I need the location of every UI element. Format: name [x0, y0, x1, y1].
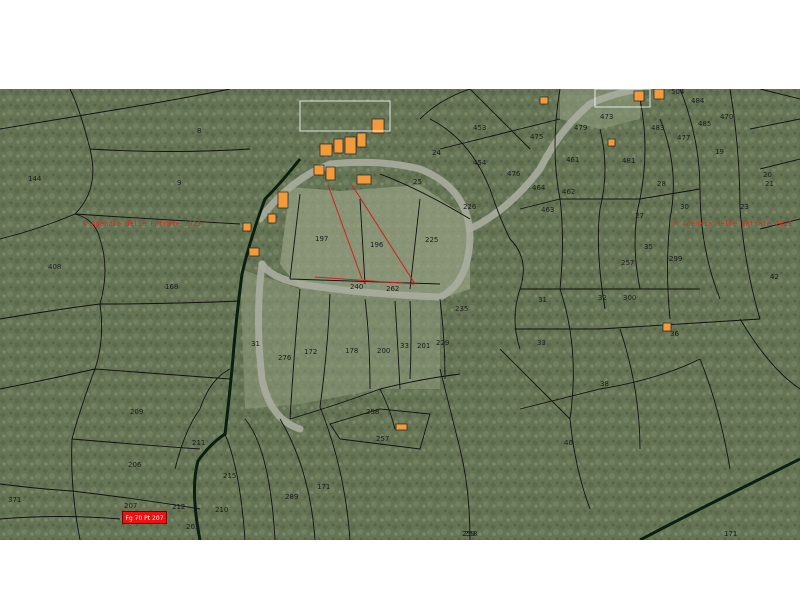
parcel-label-p262[interactable]: 262 — [386, 285, 399, 293]
parcel-label-p8[interactable]: 8 — [197, 127, 201, 135]
parcel-label-p197[interactable]: 197 — [315, 235, 328, 243]
parcel-label-p276[interactable]: 276 — [278, 354, 292, 362]
parcel-label-p172[interactable]: 172 — [304, 348, 317, 356]
parcel-label-p300[interactable]: 300 — [623, 294, 636, 302]
parcel-label-p144[interactable]: 144 — [28, 175, 42, 183]
parcel-label-p31[interactable]: 31 — [251, 340, 260, 348]
parcel-label-p464[interactable]: 464 — [532, 184, 546, 192]
parcel-label-p168[interactable]: 168 — [165, 283, 178, 291]
parcel-label-p476[interactable]: 476 — [507, 170, 521, 178]
watermark-right: © Agenzia delle Entrate 2023 — [674, 220, 792, 228]
parcel-label-p31b[interactable]: 31 — [538, 296, 547, 304]
parcel-label-p235[interactable]: 235 — [455, 305, 468, 313]
parcel-label-p23[interactable]: 23 — [740, 203, 749, 211]
parcel-label-p258b[interactable]: 258 — [464, 530, 477, 538]
parcel-label-p171b[interactable]: 171 — [724, 530, 737, 538]
parcel-label-p470[interactable]: 470 — [720, 113, 733, 121]
reference-label[interactable]: Fg 70 Pt 207 — [122, 511, 167, 524]
parcel-label-p209[interactable]: 209 — [130, 408, 143, 416]
parcel-label-p483[interactable]: 483 — [651, 124, 664, 132]
parcel-label-p42[interactable]: 42 — [770, 273, 779, 281]
parcel-label-p196[interactable]: 196 — [370, 241, 384, 249]
parcel-label-p30[interactable]: 30 — [680, 203, 689, 211]
map-viewport[interactable]: 144 408 168 9 8 209 206 371 207 203 210 215 211 289 19… — [0, 89, 800, 540]
parcel-label-p25[interactable]: 25 — [413, 178, 422, 186]
parcel-label-p408[interactable]: 408 — [48, 263, 61, 271]
cadastral-map[interactable]: 144 408 168 9 8 209 206 371 207 203 210 215 211 289 19… — [0, 89, 800, 540]
parcel-label-p504[interactable]: 504 — [671, 89, 685, 96]
parcel-label-p33[interactable]: 33 — [400, 342, 409, 350]
parcel-label-p33b[interactable]: 33 — [537, 339, 546, 347]
parcel-label-p258[interactable]: 258 — [366, 408, 379, 416]
parcel-label-p178[interactable]: 178 — [345, 347, 358, 355]
parcel-label-p484[interactable]: 484 — [691, 97, 705, 105]
parcel-label-p479[interactable]: 479 — [574, 124, 587, 132]
parcel-label-p477[interactable]: 477 — [677, 134, 690, 142]
parcel-label-p24[interactable]: 24 — [432, 149, 441, 157]
parcel-label-p453[interactable]: 453 — [473, 124, 486, 132]
parcel-label-p371[interactable]: 371 — [8, 496, 21, 504]
parcel-label-p38[interactable]: 38 — [600, 380, 609, 388]
parcel-label-p207[interactable]: 207 — [124, 502, 137, 510]
parcel-label-p289[interactable]: 289 — [285, 493, 298, 501]
parcel-label-p32[interactable]: 32 — [598, 294, 607, 302]
parcel-label-p171[interactable]: 171 — [317, 483, 330, 491]
parcel-label-p481[interactable]: 481 — [622, 157, 635, 165]
parcel-label-p201[interactable]: 201 — [417, 342, 430, 350]
parcel-label-p475[interactable]: 475 — [530, 133, 543, 141]
parcel-label-p206[interactable]: 206 — [128, 461, 142, 469]
parcel-label-p40[interactable]: 40 — [564, 439, 573, 447]
parcel-label-p257b[interactable]: 257 — [621, 259, 634, 267]
parcel-label-p240[interactable]: 240 — [350, 283, 363, 291]
parcel-label-p473[interactable]: 473 — [600, 113, 613, 121]
parcel-label-p20[interactable]: 20 — [763, 171, 772, 179]
parcel-label-p35[interactable]: 35 — [644, 243, 653, 251]
parcel-label-p454[interactable]: 454 — [473, 159, 487, 167]
parcel-label-p28[interactable]: 28 — [657, 180, 666, 188]
parcel-label-p212[interactable]: 212 — [172, 503, 185, 511]
parcel-label-p203[interactable]: 203 — [186, 523, 199, 531]
parcel-label-p463[interactable]: 463 — [541, 206, 554, 214]
parcel-label-p229[interactable]: 229 — [436, 339, 449, 347]
parcel-label-p200[interactable]: 200 — [377, 347, 390, 355]
watermark-left: © Agenzia delle Entrate 2023 — [83, 220, 201, 228]
parcel-label-p27[interactable]: 27 — [635, 212, 644, 220]
parcel-label-p36[interactable]: 36 — [670, 330, 679, 338]
parcel-label-p9[interactable]: 9 — [177, 179, 181, 187]
parcel-label-p226[interactable]: 226 — [463, 203, 477, 211]
parcel-label-p210[interactable]: 210 — [215, 506, 228, 514]
parcel-label-p461[interactable]: 461 — [566, 156, 579, 164]
parcel-label-p211[interactable]: 211 — [192, 439, 205, 447]
parcel-label-p21[interactable]: 21 — [765, 180, 774, 188]
parcel-label-p299[interactable]: 299 — [669, 255, 682, 263]
parcel-label-p485[interactable]: 485 — [698, 120, 711, 128]
parcel-label-p462[interactable]: 462 — [562, 188, 575, 196]
parcel-label-p225[interactable]: 225 — [425, 236, 438, 244]
parcel-label-p257[interactable]: 257 — [376, 435, 389, 443]
parcel-label-p215[interactable]: 215 — [223, 472, 236, 480]
parcel-label-p19[interactable]: 19 — [715, 148, 724, 156]
